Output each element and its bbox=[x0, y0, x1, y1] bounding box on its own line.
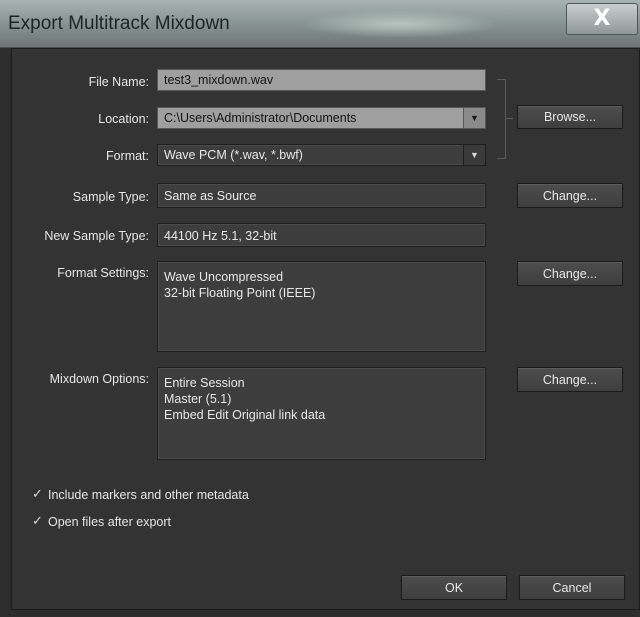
open-after-export-label: Open files after export bbox=[48, 514, 171, 529]
chevron-down-icon[interactable]: ▼ bbox=[463, 108, 485, 128]
format-settings-line: 32-bit Floating Point (IEEE) bbox=[164, 286, 316, 300]
close-button[interactable]: X bbox=[566, 3, 638, 35]
new-sample-type-label: New Sample Type: bbox=[44, 229, 149, 243]
change-sample-type-button[interactable]: Change... bbox=[517, 183, 623, 208]
cancel-button[interactable]: Cancel bbox=[519, 575, 625, 600]
mixdown-option-line: Master (5.1) bbox=[164, 392, 232, 406]
new-sample-type-field: 44100 Hz 5.1, 32-bit bbox=[157, 223, 486, 247]
mixdown-option-line: Embed Edit Original link data bbox=[164, 408, 326, 422]
checkmark-icon[interactable]: ✓ bbox=[32, 514, 46, 529]
open-after-export-checkbox[interactable]: ✓ Open files after export bbox=[32, 514, 171, 529]
format-label: Format: bbox=[105, 149, 149, 163]
titlebar-glow bbox=[300, 10, 500, 38]
location-dropdown[interactable]: C:\Users\Administrator\Documents ▼ bbox=[157, 107, 486, 129]
ok-button[interactable]: OK bbox=[401, 575, 507, 600]
change-format-settings-button[interactable]: Change... bbox=[517, 261, 623, 286]
format-dropdown[interactable]: Wave PCM (*.wav, *.bwf) ▼ bbox=[157, 144, 486, 166]
close-icon: X bbox=[593, 6, 611, 31]
include-markers-checkbox[interactable]: ✓ Include markers and other metadata bbox=[32, 487, 249, 502]
dialog-body: File Name: test3_mixdown.wav Location: C… bbox=[11, 48, 640, 610]
window-title: Export Multitrack Mixdown bbox=[8, 13, 230, 34]
browse-button[interactable]: Browse... bbox=[517, 105, 623, 129]
location-label: Location: bbox=[98, 112, 149, 126]
mixdown-option-line: Entire Session bbox=[164, 376, 245, 390]
mixdown-options-label: Mixdown Options: bbox=[49, 372, 149, 386]
bracket-tick bbox=[505, 118, 513, 119]
change-mixdown-options-button[interactable]: Change... bbox=[517, 367, 623, 392]
format-settings-label: Format Settings: bbox=[57, 266, 149, 280]
mixdown-options-box: Entire Session Master (5.1) Embed Edit O… bbox=[157, 367, 486, 460]
group-bracket bbox=[497, 79, 506, 159]
format-settings-box: Wave Uncompressed 32-bit Floating Point … bbox=[157, 261, 486, 352]
include-markers-label: Include markers and other metadata bbox=[48, 487, 249, 502]
format-settings-line: Wave Uncompressed bbox=[164, 270, 284, 284]
location-value: C:\Users\Administrator\Documents bbox=[164, 111, 357, 125]
sample-type-label: Sample Type: bbox=[72, 190, 149, 204]
file-name-input[interactable]: test3_mixdown.wav bbox=[157, 69, 486, 91]
export-dialog: Export Multitrack Mixdown X File Name: t… bbox=[0, 0, 640, 617]
sample-type-field: Same as Source bbox=[157, 183, 486, 208]
file-name-label: File Name: bbox=[88, 75, 149, 89]
title-bar: Export Multitrack Mixdown X bbox=[0, 0, 640, 48]
chevron-down-icon[interactable]: ▼ bbox=[463, 145, 485, 165]
checkmark-icon[interactable]: ✓ bbox=[32, 487, 46, 502]
format-value: Wave PCM (*.wav, *.bwf) bbox=[164, 148, 303, 162]
